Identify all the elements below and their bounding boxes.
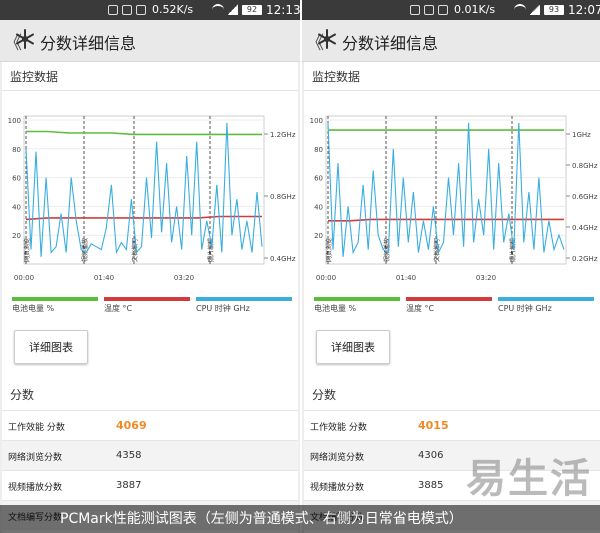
app-bar: 《 分数详细信息 xyxy=(302,20,600,62)
y-tick-label: 20 xyxy=(314,232,323,240)
legend-cpu-swatch xyxy=(498,297,594,301)
score-label: 工作效能 分数 xyxy=(8,423,65,433)
score-row-web: 网络浏览分数 4358 xyxy=(2,440,298,470)
page-title: 分数详细信息 xyxy=(342,34,439,53)
legend-temp-swatch xyxy=(104,297,190,301)
y-tick-label: 60 xyxy=(12,175,21,183)
y2-tick-label: 1.2GHz xyxy=(270,131,296,139)
x-tick-label: 01:40 xyxy=(396,274,416,282)
x-tick-label: 03:20 xyxy=(174,274,194,282)
watermark-logo: 易生活 xyxy=(466,456,592,502)
status-bar: 0.01K/s 93 12:07 xyxy=(302,0,600,20)
status-time: 12:13 xyxy=(266,3,300,17)
y2-tick-label: 0.8GHz xyxy=(572,162,598,170)
status-time: 12:07 xyxy=(568,3,600,17)
monitor-chart: 100 80 60 40 20 1.2GHz 0.8GHz 0.4GHz 00:00 01:40 0… xyxy=(8,115,296,282)
y2-tick-label: 0.8GHz xyxy=(270,193,296,201)
network-speed: 0.01K/s xyxy=(454,3,496,16)
signal-icon xyxy=(228,4,238,15)
notification-icon xyxy=(108,5,118,15)
y-tick-label: 100 xyxy=(310,117,323,125)
legend-temp-label: 温度 °C xyxy=(104,304,133,313)
notification-icon xyxy=(410,5,420,15)
y2-tick-label: 0.2GHz xyxy=(572,255,598,263)
snowflake-icon xyxy=(16,29,34,49)
battery-icon: 93 xyxy=(544,5,564,15)
y-tick-label: 80 xyxy=(12,146,21,154)
legend-temp-swatch xyxy=(406,297,492,301)
location-icon xyxy=(438,5,448,15)
legend-battery-swatch xyxy=(314,297,400,301)
score-value: 4358 xyxy=(116,450,142,461)
y-tick-label: 20 xyxy=(12,232,21,240)
score-label: 视频播放分数 xyxy=(8,483,63,493)
legend-battery-swatch xyxy=(12,297,98,301)
details-card: 监控数据 100 80 60 40 20 1.2GHz 0.8GHz 0.4GHz 00:00 0… xyxy=(2,62,298,533)
series-line xyxy=(25,122,263,257)
score-label: 网络浏览分数 xyxy=(310,453,365,463)
battery-icon: 92 xyxy=(242,5,262,15)
series-line xyxy=(328,218,564,222)
x-tick-label: 03:20 xyxy=(476,274,496,282)
y2-tick-label: 0.4GHz xyxy=(572,224,598,232)
legend-battery-label: 电池电量 % xyxy=(12,304,55,313)
legend-battery-label: 电池电量 % xyxy=(314,304,357,313)
chart-frame xyxy=(325,115,567,265)
legend-cpu-swatch xyxy=(196,297,292,301)
x-tick-label: 01:40 xyxy=(94,274,114,282)
legend-temp-label: 温度 °C xyxy=(406,304,435,313)
y-tick-label: 60 xyxy=(314,175,323,183)
y2-tick-label: 0.6GHz xyxy=(572,193,598,201)
phase-label: 网页浏览 xyxy=(325,238,333,262)
phone-screen-normal: 0.52K/s 92 12:13 《 分数详细信息 监控数据 100 80 60 40… xyxy=(0,0,300,533)
legend-cpu-label: CPU 时钟 GHz xyxy=(196,304,250,313)
score-value: 3887 xyxy=(116,480,142,491)
y-tick-label: 40 xyxy=(12,203,21,211)
signal-icon xyxy=(530,4,540,15)
app-bar: 《 分数详细信息 xyxy=(0,20,300,62)
snowflake-icon xyxy=(318,29,336,49)
wifi-icon xyxy=(212,4,224,14)
x-tick-label: 00:00 xyxy=(316,274,336,282)
series-line xyxy=(327,122,565,257)
page-title: 分数详细信息 xyxy=(40,34,137,53)
score-row-work: 工作效能 分数 4069 xyxy=(2,410,298,440)
wifi-icon xyxy=(514,4,526,14)
x-tick-label: 00:00 xyxy=(14,274,34,282)
score-value: 3885 xyxy=(418,480,444,491)
score-label: 网络浏览分数 xyxy=(8,453,63,463)
message-icon xyxy=(424,5,434,15)
detail-chart-button[interactable]: 详细图表 xyxy=(316,330,390,364)
score-label: 视频播放分数 xyxy=(310,483,365,493)
network-speed: 0.52K/s xyxy=(152,3,194,16)
monitor-chart: 100 80 60 40 20 1GHz 0.8GHz 0.6GHz 0.4GHz 0.2GHz 0… xyxy=(310,115,598,282)
location-icon xyxy=(136,5,146,15)
detail-chart-button[interactable]: 详细图表 xyxy=(14,330,88,364)
score-title: 分数 xyxy=(10,388,35,402)
y-tick-label: 40 xyxy=(314,203,323,211)
y2-tick-label: 0.4GHz xyxy=(270,255,296,263)
score-title: 分数 xyxy=(312,388,337,402)
score-row-work: 工作效能 分数 4015 xyxy=(304,410,600,440)
y-tick-label: 100 xyxy=(8,117,21,125)
monitor-title: 监控数据 xyxy=(10,70,59,84)
score-value: 4069 xyxy=(116,419,147,432)
score-row-video: 视频播放分数 3887 xyxy=(2,470,298,500)
status-bar: 0.52K/s 92 12:13 xyxy=(0,0,300,20)
y2-tick-label: 1GHz xyxy=(572,131,591,139)
phase-label: 网页浏览 xyxy=(23,238,31,262)
score-value: 4015 xyxy=(418,419,449,432)
score-value: 4306 xyxy=(418,450,444,461)
score-label: 工作效能 分数 xyxy=(310,423,367,433)
y-tick-label: 80 xyxy=(314,146,323,154)
message-icon xyxy=(122,5,132,15)
image-caption: PCMark性能测试图表（左侧为普通模式、右侧为日常省电模式） xyxy=(0,505,600,533)
legend-cpu-label: CPU 时钟 GHz xyxy=(498,304,552,313)
monitor-title: 监控数据 xyxy=(312,70,361,84)
